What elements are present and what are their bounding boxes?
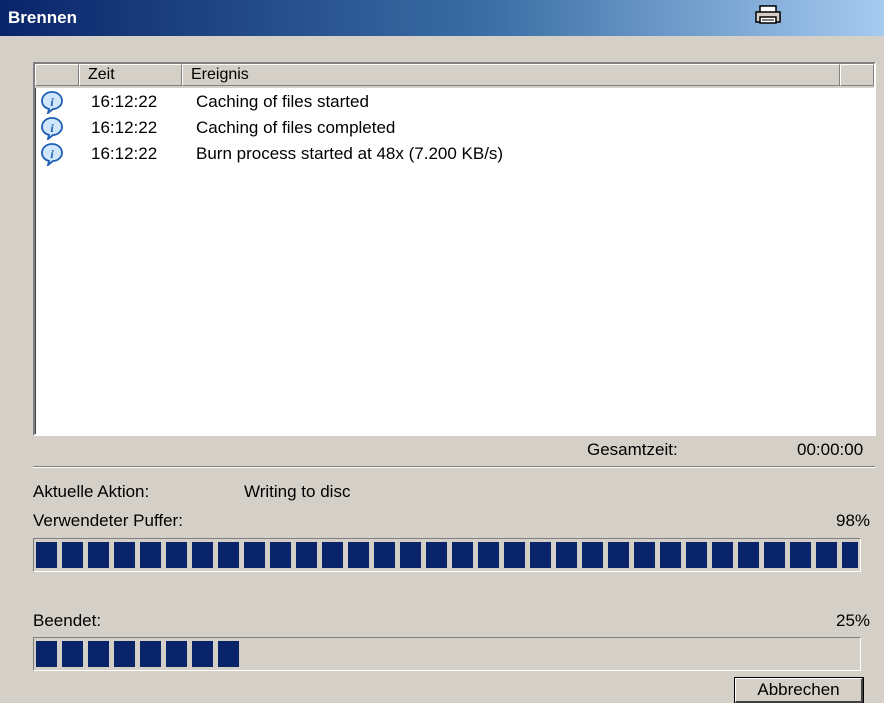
buffer-progress-bar — [33, 538, 861, 572]
cancel-button[interactable]: Abbrechen — [734, 677, 864, 703]
log-time: 16:12:22 — [91, 92, 158, 111]
total-time-label: Gesamtzeit: — [587, 440, 678, 459]
column-header-icon[interactable] — [35, 64, 79, 86]
log-row[interactable]: i 16:12:22 Caching of files started — [35, 90, 874, 116]
log-event: Caching of files started — [196, 92, 369, 111]
column-header-ereignis[interactable]: Ereignis — [182, 64, 840, 86]
column-header-filler — [840, 64, 874, 86]
column-header-zeit[interactable]: Zeit — [79, 64, 182, 86]
log-row[interactable]: i 16:12:22 Caching of files completed — [35, 116, 874, 142]
divider — [33, 466, 875, 468]
finished-percent: 25% — [836, 611, 871, 630]
finished-label: Beendet: — [33, 611, 102, 630]
log-header: Zeit Ereignis — [35, 64, 874, 88]
info-icon: i — [40, 142, 64, 168]
event-log-list[interactable]: Zeit Ereignis i 16:12:22 Caching of file… — [33, 62, 876, 436]
log-row[interactable]: i 16:12:22 Burn process started at 48x (… — [35, 142, 874, 168]
window-title: Brennen — [8, 8, 77, 27]
total-time-value: 00:00:00 — [797, 440, 864, 459]
current-action-label: Aktuelle Aktion: — [33, 482, 150, 501]
buffer-percent: 98% — [836, 511, 871, 530]
finished-progress-fill — [36, 641, 239, 667]
log-time: 16:12:22 — [91, 118, 158, 137]
info-icon: i — [40, 90, 64, 116]
finished-progress-bar — [33, 637, 861, 671]
log-event: Caching of files completed — [196, 118, 396, 137]
current-action-value: Writing to disc — [244, 482, 351, 501]
title-bar: Brennen — [0, 0, 884, 36]
print-button[interactable] — [752, 4, 784, 30]
info-icon: i — [40, 116, 64, 142]
printer-icon — [755, 4, 781, 30]
log-time: 16:12:22 — [91, 144, 158, 163]
buffer-label: Verwendeter Puffer: — [33, 511, 183, 530]
burn-dialog: Brennen Zeit Ereignis i 16:12:22 Caching… — [0, 0, 884, 703]
log-event: Burn process started at 48x (7.200 KB/s) — [196, 144, 504, 163]
buffer-progress-fill — [36, 542, 858, 568]
